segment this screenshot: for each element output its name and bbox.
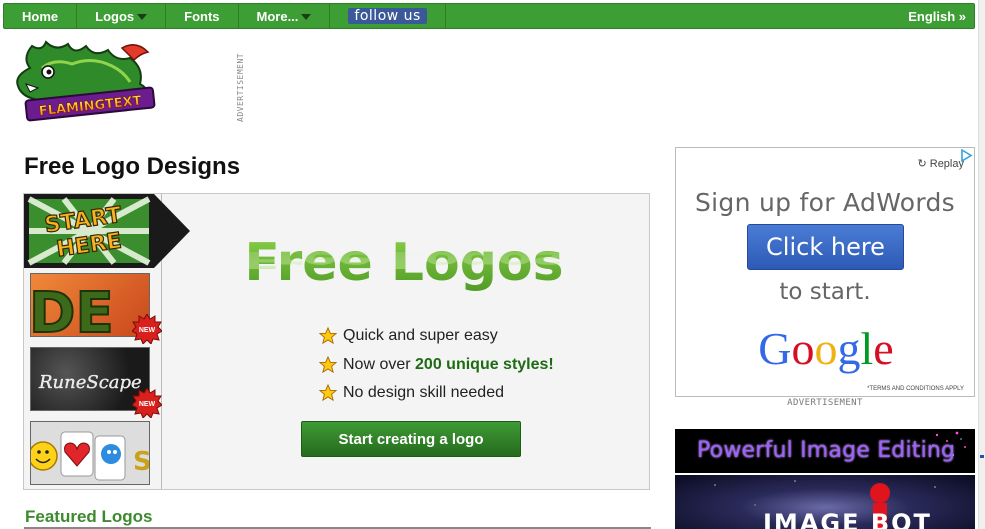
ad-headline: Sign up for AdWords <box>695 188 955 217</box>
new-badge-1-text: NEW <box>139 327 156 334</box>
free-logos-headline: Free Logos Free Logos <box>244 233 563 293</box>
nav-home-label: Home <box>22 8 59 24</box>
ad-click-here-button[interactable]: Click here <box>747 224 904 270</box>
feature-item: Now over 200 unique styles! <box>319 351 554 380</box>
star-icon <box>319 384 337 402</box>
page-title: Free Logo Designs <box>24 153 241 180</box>
ad-replay-button[interactable]: ↻ Replay <box>917 157 964 170</box>
follow-us-button[interactable]: follow us <box>348 8 427 24</box>
banner1-text: Powerful Image Editing <box>697 438 956 463</box>
nav-more-label: More... <box>256 8 299 24</box>
thumb-design-text: DE <box>31 281 114 337</box>
imagebot-banner[interactable]: IMAGE BOT <box>675 475 975 529</box>
nav-logos-label: Logos <box>95 8 135 24</box>
featured-logos-heading: Featured Logos <box>25 507 153 526</box>
google-letter-g: G <box>758 323 791 374</box>
replay-icon: ↻ <box>917 158 927 170</box>
new-badge-2-text: NEW <box>139 401 156 408</box>
chevron-down-icon <box>137 14 148 20</box>
nav-home[interactable]: Home <box>4 4 78 28</box>
google-wordmark: Google <box>758 323 893 374</box>
side-marker <box>980 455 984 458</box>
new-badge-1: NEW <box>132 314 162 344</box>
start-creating-logo-button[interactable]: Start creating a logo <box>301 421 521 457</box>
ad-replay-label: Replay <box>929 158 964 170</box>
user-icon <box>101 444 121 464</box>
banner2-text: IMAGE BOT <box>763 509 932 529</box>
thumb-icons-text: S <box>133 447 150 477</box>
feature-item: No design skill needed <box>319 379 554 408</box>
star-icon <box>319 327 337 345</box>
feature-text: Quick and super easy <box>343 327 498 345</box>
thumb-icons-art: S <box>31 431 150 481</box>
start-here-button[interactable]: START HERE <box>24 194 190 268</box>
hero-panel: DE RuneScape S NEW NEW START HERE Free L… <box>23 193 650 490</box>
advertisement-label-vertical: ADVERTISEMENT <box>236 52 245 122</box>
advertisement-label: ADVERTISEMENT <box>787 398 863 408</box>
nav-fonts-label: Fonts <box>184 8 220 24</box>
dragon-logo-icon: FLAMINGTEXT <box>16 40 156 122</box>
feature-list: Quick and super easy Now over 200 unique… <box>319 322 554 408</box>
ad-subline: to start. <box>779 279 871 305</box>
google-logo: Google <box>758 323 893 374</box>
nav-logos[interactable]: Logos <box>77 4 167 28</box>
nav-more[interactable]: More... <box>239 4 331 28</box>
thumb-icons[interactable]: S <box>30 421 150 485</box>
feature-text: Now over <box>343 355 416 373</box>
smiley-icon <box>31 441 58 471</box>
adwords-ad[interactable]: ↻ Replay Sign up for AdWords Click here … <box>675 147 975 397</box>
feature-item: Quick and super easy <box>319 322 554 351</box>
star-icon <box>319 355 337 373</box>
top-nav: Home Logos Fonts More... follow us Engli… <box>3 3 975 29</box>
feature-text: No design skill needed <box>343 384 504 402</box>
headline-reflection: Free Logos <box>244 246 563 273</box>
new-badge-2: NEW <box>132 388 162 418</box>
thumb-runescape-text: RuneScape <box>38 372 142 393</box>
ad-terms: *TERMS AND CONDITIONS APPLY <box>867 386 964 392</box>
follow-us-container: follow us <box>330 4 446 28</box>
scrollbar[interactable] <box>978 0 985 529</box>
language-selector[interactable]: English » <box>908 9 974 24</box>
image-editing-banner[interactable]: Powerful Image Editing <box>675 429 975 473</box>
feature-highlight: 200 unique styles! <box>415 355 554 373</box>
site-logo[interactable]: FLAMINGTEXT <box>12 38 160 126</box>
chevron-down-icon <box>301 14 312 20</box>
imagebot-logo-icon <box>870 483 890 503</box>
nav-fonts[interactable]: Fonts <box>166 4 239 28</box>
